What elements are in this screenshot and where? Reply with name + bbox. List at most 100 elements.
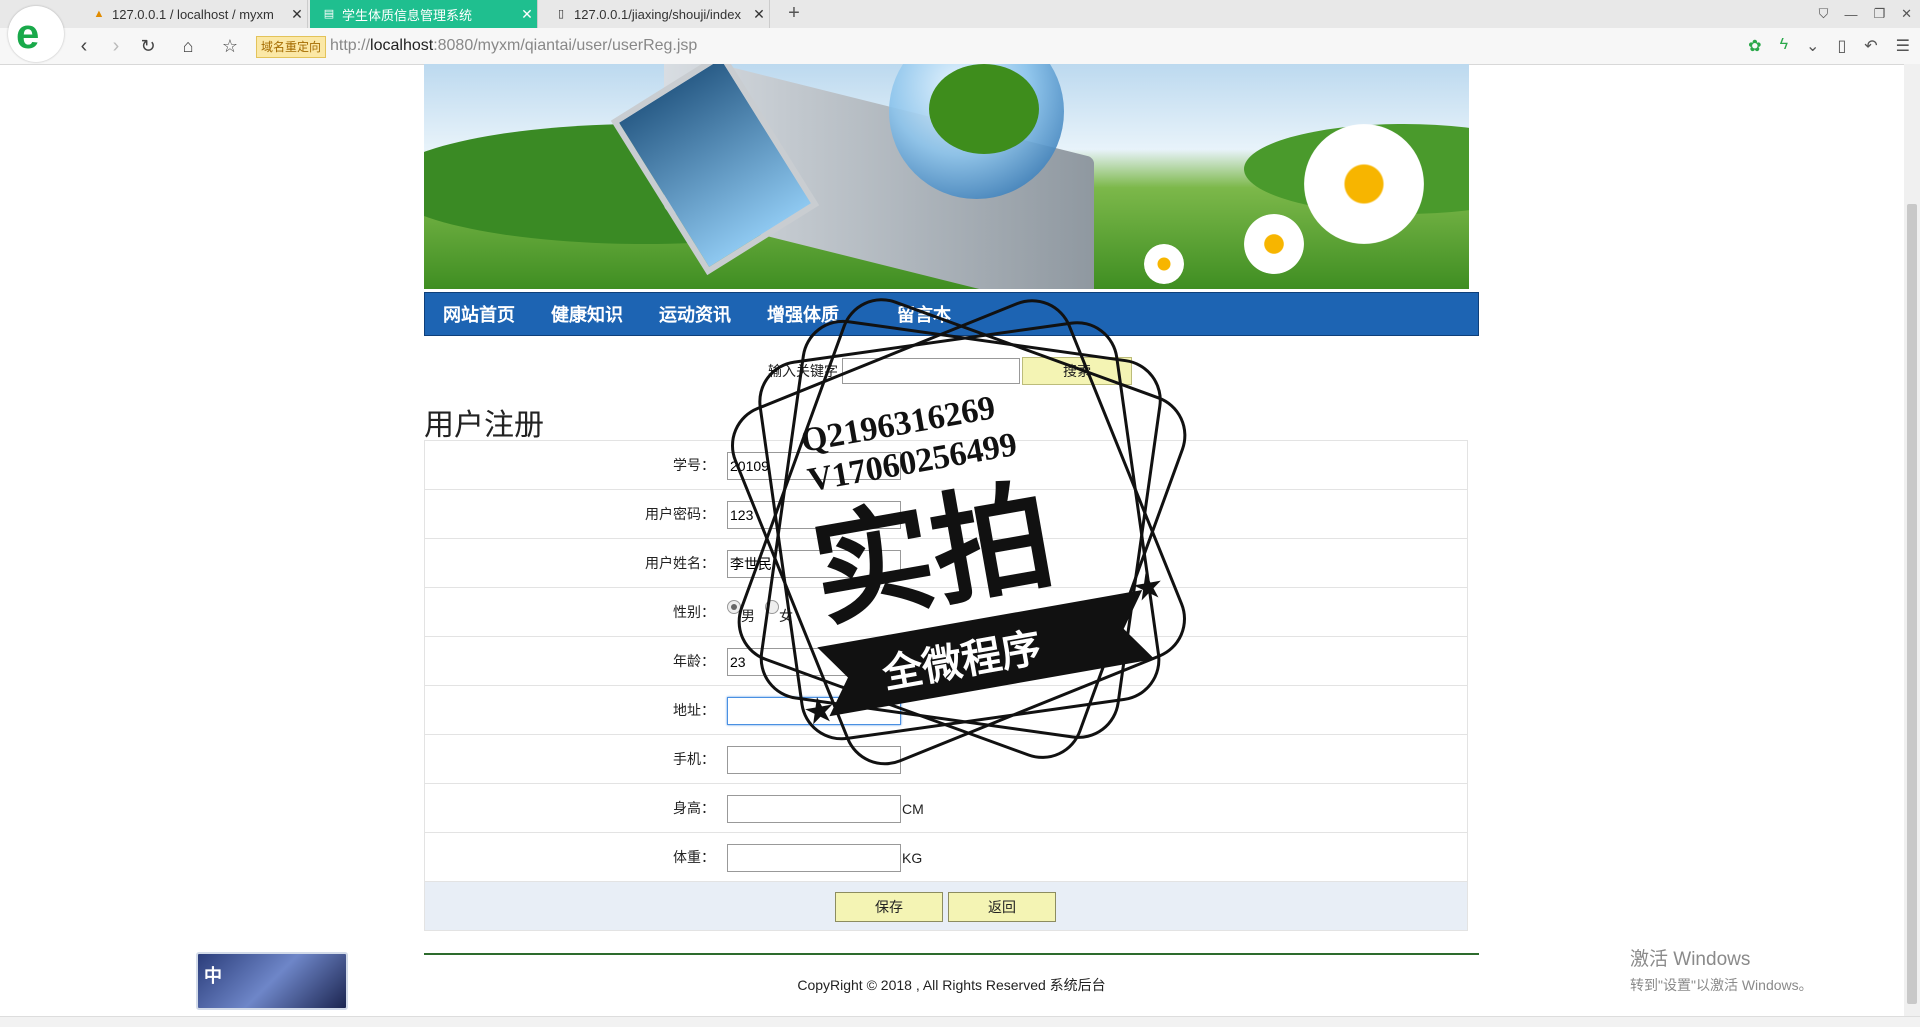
tab-phpmyadmin[interactable]: ▲ 127.0.0.1 / localhost / myxm ✕ (80, 0, 308, 28)
toolbar-right: ✿ ϟ ⌄ ▯ ↶ ☰ (1748, 36, 1910, 56)
weight-unit: KG (902, 850, 923, 866)
form-row-name: 用户姓名： (425, 539, 1467, 588)
chevron-down-icon[interactable]: ⌄ (1806, 36, 1819, 56)
skin-icon[interactable]: ⛉ (1819, 6, 1829, 22)
field-label: 地址： (673, 702, 715, 718)
form-row-age: 年龄： (425, 637, 1467, 686)
close-icon[interactable]: ✕ (287, 6, 307, 23)
banner-daisy (1144, 244, 1184, 284)
back-button[interactable]: 返回 (948, 892, 1056, 922)
form-row-gender: 性别： 男 女 (425, 588, 1467, 637)
star-icon[interactable]: ☆ (218, 34, 242, 58)
url-scheme: http:// (330, 37, 371, 54)
minimize-icon[interactable]: — (1844, 7, 1857, 22)
address-input[interactable] (727, 697, 901, 725)
form-actions: 保存 返回 (425, 882, 1467, 930)
phpmyadmin-icon: ▲ (93, 8, 105, 20)
new-tab-button[interactable]: + (780, 0, 808, 28)
field-label: 性别： (673, 604, 715, 620)
registration-form: 学号： 用户密码： 用户姓名： 性别： 男 女 年龄： 地址： 手机： 身高： … (424, 440, 1468, 931)
window-controls: ⛉ — ❐ ✕ (1819, 0, 1912, 28)
age-input[interactable] (727, 648, 901, 676)
activation-subtitle: 转到"设置"以激活 Windows。 (1630, 977, 1813, 993)
form-row-address: 地址： (425, 686, 1467, 735)
page-scrollbar[interactable] (1904, 64, 1920, 1016)
bookmark-icon[interactable]: ▯ (1837, 36, 1846, 56)
tab-title: 127.0.0.1/jiaxing/shouji/index (574, 6, 741, 22)
nav-fitness[interactable]: 增强体质 (767, 301, 839, 327)
gender-male-radio[interactable] (727, 600, 741, 614)
banner-tree (929, 64, 1039, 154)
nav-guestbook[interactable]: 留言本 (897, 301, 951, 327)
browser-tab-strip: ▲ 127.0.0.1 / localhost / myxm ✕ ▤ 学生体质信… (0, 0, 1920, 29)
tab-title: 127.0.0.1 / localhost / myxm (112, 6, 274, 22)
field-label: 用户密码： (645, 506, 715, 522)
form-row-password: 用户密码： (425, 490, 1467, 539)
banner-daisy (1304, 124, 1424, 244)
refresh-icon[interactable]: ↻ (136, 34, 160, 58)
field-label: 手机： (673, 751, 715, 767)
footer-divider (424, 953, 1479, 955)
form-row-student-id: 学号： (425, 441, 1467, 490)
ime-indicator[interactable]: 中 (196, 952, 348, 1010)
page-icon: ▯ (557, 8, 565, 20)
accelerator-icon[interactable]: ✿ (1748, 36, 1761, 56)
page-icon: ▤ (323, 8, 335, 20)
banner-daisy (1244, 214, 1304, 274)
undo-icon[interactable]: ↶ (1864, 36, 1877, 56)
status-bar (0, 1016, 1920, 1027)
height-unit: CM (902, 801, 924, 817)
nav-home[interactable]: 网站首页 (443, 301, 515, 327)
footer-copyright: CopyRight © 2018 , All Rights Reserved 系… (797, 977, 1106, 993)
nav-health-knowledge[interactable]: 健康知识 (551, 301, 623, 327)
form-row-phone: 手机： (425, 735, 1467, 784)
search-label: 输入关键字 (768, 363, 838, 379)
height-input[interactable] (727, 795, 901, 823)
scrollbar-thumb[interactable] (1907, 204, 1917, 1004)
redirect-badge: 域名重定向 (256, 36, 327, 58)
field-label: 学号： (673, 457, 715, 473)
field-label: 用户姓名： (645, 555, 715, 571)
main-nav: 网站首页 健康知识 运动资讯 增强体质 留言本 (424, 292, 1479, 336)
search-button[interactable]: 搜索 (1022, 357, 1132, 385)
gender-female-radio[interactable] (765, 600, 779, 614)
windows-activation-notice: 激活 Windows 转到"设置"以激活 Windows。 (1630, 944, 1813, 995)
url-path: :8080/myxm/qiantai/user/userReg.jsp (433, 37, 698, 54)
gender-male-label: 男 (741, 608, 755, 624)
gender-female-label: 女 (779, 608, 793, 624)
nav-sports-news[interactable]: 运动资讯 (659, 301, 731, 327)
search-bar: 输入关键字 搜索 (768, 357, 1132, 385)
close-window-icon[interactable]: ✕ (1901, 6, 1912, 22)
tab-jiaxing[interactable]: ▯ 127.0.0.1/jiaxing/shouji/index ✕ (542, 0, 770, 28)
address-bar: ‹ › ↻ ⌂ ☆ 域名重定向 http://localhost:8080/my… (0, 28, 1920, 65)
menu-icon[interactable]: ☰ (1896, 36, 1910, 56)
field-label: 体重： (673, 849, 715, 865)
bolt-icon[interactable]: ϟ (1780, 36, 1788, 56)
weight-input[interactable] (727, 844, 901, 872)
browser-logo: e (8, 6, 64, 62)
name-input[interactable] (727, 550, 901, 578)
search-input[interactable] (842, 358, 1020, 384)
field-label: 身高： (673, 800, 715, 816)
form-row-height: 身高： CM (425, 784, 1467, 833)
close-icon[interactable]: ✕ (517, 6, 537, 23)
page-title: 用户注册 (424, 409, 544, 442)
student-id-input[interactable] (727, 452, 901, 480)
site-banner (424, 64, 1469, 289)
phone-input[interactable] (727, 746, 901, 774)
url-input[interactable]: http://localhost:8080/myxm/qiantai/user/… (330, 36, 697, 56)
forward-icon[interactable]: › (104, 34, 128, 58)
tab-title: 学生体质信息管理系统 (342, 7, 473, 23)
form-row-weight: 体重： KG (425, 833, 1467, 882)
home-icon[interactable]: ⌂ (176, 34, 200, 58)
activation-title: 激活 Windows (1630, 949, 1751, 970)
tab-student-system[interactable]: ▤ 学生体质信息管理系统 ✕ (310, 0, 538, 28)
field-label: 年龄： (673, 653, 715, 669)
url-host: localhost (370, 37, 434, 54)
ime-mode-text: 中 (204, 966, 222, 986)
back-icon[interactable]: ‹ (72, 34, 96, 58)
restore-icon[interactable]: ❐ (1873, 6, 1885, 22)
password-input[interactable] (727, 501, 901, 529)
close-icon[interactable]: ✕ (749, 6, 769, 23)
save-button[interactable]: 保存 (835, 892, 943, 922)
